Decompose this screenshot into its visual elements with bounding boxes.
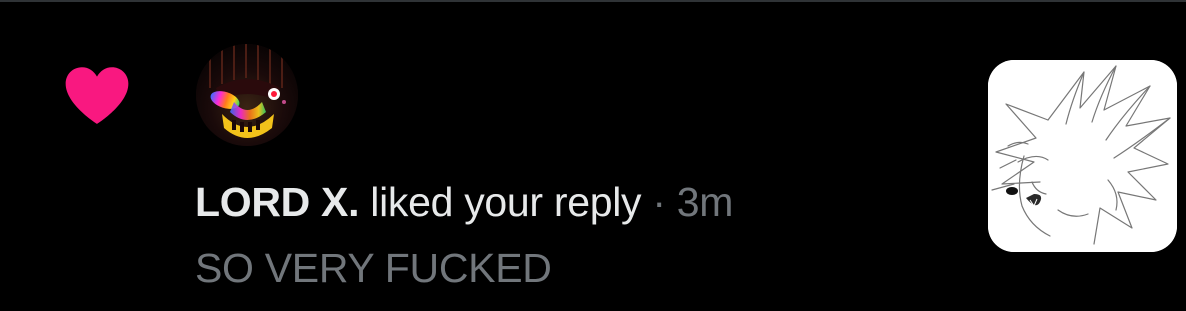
reply-preview-text[interactable]: SO VERY FUCKED: [195, 244, 552, 292]
user-avatar[interactable]: [196, 44, 298, 146]
timestamp[interactable]: 3m: [677, 179, 734, 225]
action-text: liked your reply: [370, 179, 642, 225]
reply-image-thumbnail[interactable]: [988, 60, 1177, 252]
avatar-artwork: [196, 44, 298, 146]
like-notification[interactable]: LORD X. liked your reply · 3m SO VERY FU…: [0, 2, 1186, 311]
separator-dot: ·: [652, 179, 666, 225]
notification-headline: LORD X. liked your reply · 3m: [195, 178, 733, 226]
sketch-artwork: [988, 60, 1177, 252]
heart-icon: [65, 67, 129, 124]
author-name[interactable]: LORD X.: [195, 179, 359, 225]
